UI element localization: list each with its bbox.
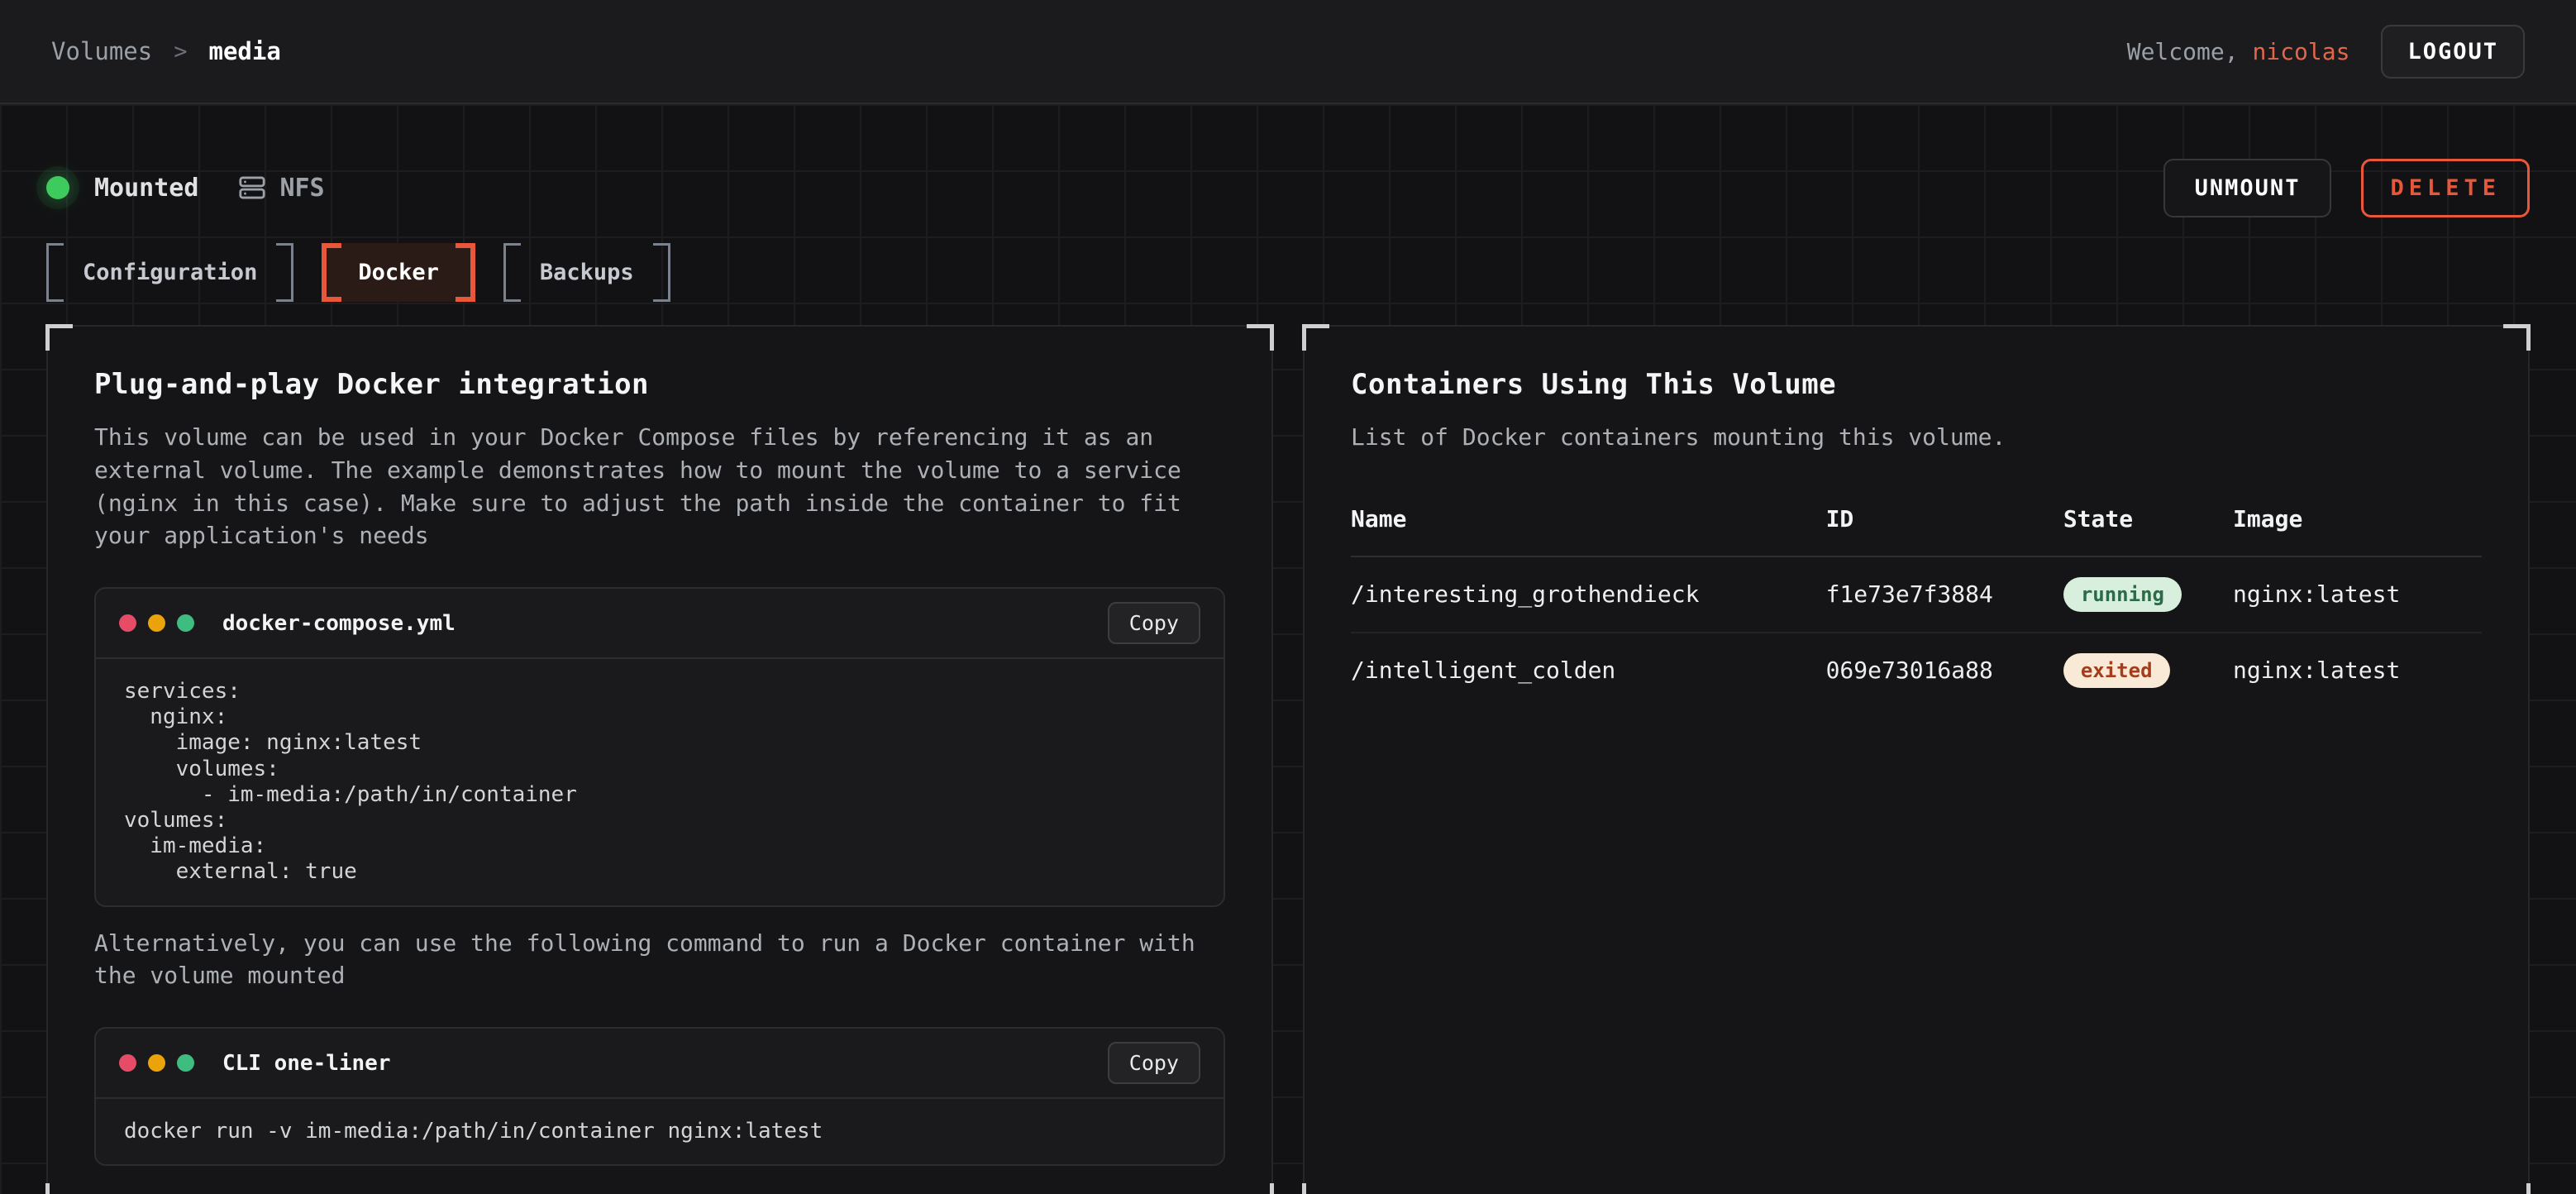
volume-detail-content: Mounted NFS UNMOUNT DELETE Configuration… xyxy=(0,104,2576,1194)
delete-button[interactable]: DELETE xyxy=(2361,159,2530,217)
status-badge: running xyxy=(2063,577,2182,612)
unmount-button[interactable]: UNMOUNT xyxy=(2163,159,2332,217)
mounted-status-dot xyxy=(46,176,69,199)
containers-panel-subtitle: List of Docker containers mounting this … xyxy=(1351,421,2482,454)
status-row: Mounted NFS UNMOUNT DELETE xyxy=(46,155,2530,220)
container-state-cell: running xyxy=(2063,556,2233,633)
tab-configuration[interactable]: Configuration xyxy=(46,243,293,302)
top-bar: Volumes > media Welcome, nicolas LOGOUT xyxy=(0,0,2576,104)
column-header-state: State xyxy=(2063,505,2233,556)
cli-copy-button[interactable]: Copy xyxy=(1108,1042,1200,1084)
cli-intro-text: Alternatively, you can use the following… xyxy=(94,927,1225,993)
container-id-cell: 069e73016a88 xyxy=(1826,633,2063,708)
window-dot-green-icon xyxy=(177,1054,194,1072)
column-header-image: Image xyxy=(2233,505,2482,556)
panel-corner-decoration xyxy=(45,324,73,351)
window-dot-amber-icon xyxy=(148,614,165,632)
table-row: /interesting_grothendieck f1e73e7f3884 r… xyxy=(1351,556,2482,633)
window-dot-amber-icon xyxy=(148,1054,165,1072)
welcome-text: Welcome, nicolas xyxy=(2127,38,2350,65)
compose-code-content: services: nginx: image: nginx:latest vol… xyxy=(96,659,1224,905)
container-id-cell: f1e73e7f3884 xyxy=(1826,556,2063,633)
containers-table: Name ID State Image /interesting_grothen… xyxy=(1351,505,2482,708)
volume-actions: UNMOUNT DELETE xyxy=(2163,159,2530,217)
column-header-id: ID xyxy=(1826,505,2063,556)
server-icon xyxy=(238,174,266,202)
window-dots xyxy=(119,614,194,632)
panel-corner-decoration xyxy=(2503,1183,2531,1194)
containers-panel: Containers Using This Volume List of Doc… xyxy=(1303,325,2530,1194)
panel-corner-decoration xyxy=(1302,1183,1329,1194)
panels: Plug-and-play Docker integration This vo… xyxy=(46,325,2530,1194)
tab-bar: Configuration Docker Backups xyxy=(46,243,2530,302)
filesystem-type-label: NFS xyxy=(279,174,324,203)
top-bar-right: Welcome, nicolas LOGOUT xyxy=(2127,25,2525,79)
container-state-cell: exited xyxy=(2063,633,2233,708)
volume-status: Mounted NFS xyxy=(46,174,325,203)
panel-corner-decoration xyxy=(1247,324,1274,351)
window-dot-red-icon xyxy=(119,1054,136,1072)
cli-code-content: docker run -v im-media:/path/in/containe… xyxy=(96,1099,1224,1164)
cli-filename: CLI one-liner xyxy=(222,1051,391,1076)
window-dot-green-icon xyxy=(177,614,194,632)
container-image-cell: nginx:latest xyxy=(2233,556,2482,633)
container-name-cell: /intelligent_colden xyxy=(1351,633,1826,708)
welcome-prefix: Welcome, xyxy=(2127,38,2253,65)
window-dot-red-icon xyxy=(119,614,136,632)
cli-code-header: CLI one-liner Copy xyxy=(96,1029,1224,1099)
username: nicolas xyxy=(2252,38,2349,65)
breadcrumb-current-volume: media xyxy=(208,37,280,65)
compose-code-block: docker-compose.yml Copy services: nginx:… xyxy=(94,587,1225,907)
cli-code-block: CLI one-liner Copy docker run -v im-medi… xyxy=(94,1027,1225,1166)
compose-filename: docker-compose.yml xyxy=(222,611,456,636)
panel-corner-decoration xyxy=(1247,1183,1274,1194)
docker-panel-title: Plug-and-play Docker integration xyxy=(94,368,1225,401)
containers-table-header-row: Name ID State Image xyxy=(1351,505,2482,556)
logout-button[interactable]: LOGOUT xyxy=(2381,25,2525,79)
container-image-cell: nginx:latest xyxy=(2233,633,2482,708)
tab-docker[interactable]: Docker xyxy=(322,243,475,302)
compose-copy-button[interactable]: Copy xyxy=(1108,602,1200,644)
column-header-name: Name xyxy=(1351,505,1826,556)
docker-integration-panel: Plug-and-play Docker integration This vo… xyxy=(46,325,1273,1194)
compose-code-header: docker-compose.yml Copy xyxy=(96,589,1224,659)
mounted-status-label: Mounted xyxy=(94,174,198,203)
window-dots xyxy=(119,1054,194,1072)
tab-backups[interactable]: Backups xyxy=(503,243,670,302)
panel-corner-decoration xyxy=(1302,324,1329,351)
containers-panel-title: Containers Using This Volume xyxy=(1351,368,2482,401)
status-badge: exited xyxy=(2063,653,2170,688)
container-name-cell: /interesting_grothendieck xyxy=(1351,556,1826,633)
docker-panel-description: This volume can be used in your Docker C… xyxy=(94,421,1225,552)
table-row: /intelligent_colden 069e73016a88 exited … xyxy=(1351,633,2482,708)
breadcrumb: Volumes > media xyxy=(51,37,281,65)
breadcrumb-volumes-link[interactable]: Volumes xyxy=(51,37,152,65)
chevron-right-icon: > xyxy=(174,39,187,64)
panel-corner-decoration xyxy=(45,1183,73,1194)
panel-corner-decoration xyxy=(2503,324,2531,351)
